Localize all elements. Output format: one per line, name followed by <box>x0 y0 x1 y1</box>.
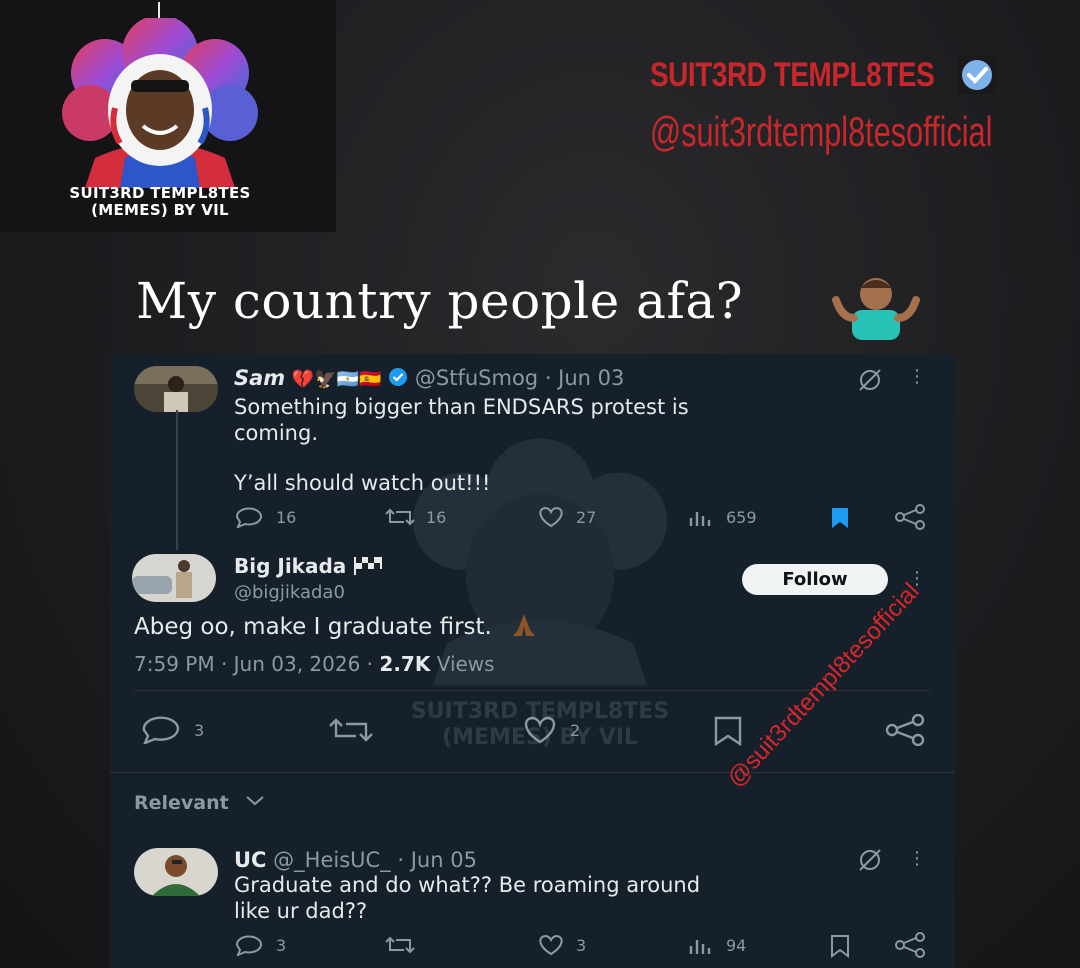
retweet-count: 16 <box>426 507 447 527</box>
share-icon[interactable] <box>894 504 926 530</box>
meme-headline: My country people afa? <box>136 272 744 330</box>
tweet-timestamp: 7:59 PM · Jun 03, 2026 · <box>134 652 374 676</box>
section-divider <box>110 772 955 773</box>
grok-icon[interactable] <box>856 368 884 392</box>
brand-logo: SUIT3RD TEMPL8TES (MEMES) BY VIL <box>0 0 336 232</box>
verified-badge-icon <box>958 56 996 94</box>
views-icon <box>689 940 711 954</box>
reply-icon <box>235 507 262 528</box>
views-count: 659 <box>726 507 757 527</box>
like-button[interactable]: 3 <box>536 934 586 956</box>
retweet-icon[interactable] <box>328 716 374 744</box>
views-count: 94 <box>726 935 747 955</box>
heart-icon <box>539 506 563 528</box>
grok-icon[interactable] <box>856 848 884 872</box>
retweet-button[interactable]: 16 <box>384 506 446 528</box>
avatar-photo-icon <box>132 554 216 602</box>
retweet-icon[interactable] <box>384 934 416 956</box>
views-label: Views <box>436 652 495 676</box>
avatar-big-jikada[interactable] <box>132 554 216 602</box>
reply-button[interactable]: 3 <box>140 716 204 744</box>
bookmark-icon[interactable] <box>828 506 852 530</box>
reply-icon <box>142 716 180 744</box>
share-icon[interactable] <box>884 714 926 746</box>
reply-button[interactable]: 16 <box>234 506 296 528</box>
retweet-icon <box>385 508 415 526</box>
bookmark-icon[interactable] <box>828 934 852 958</box>
more-options-icon[interactable]: ⋮ <box>908 850 926 868</box>
bookmark-icon[interactable] <box>712 716 744 746</box>
sort-label: Relevant <box>134 792 229 814</box>
checkered-flag-icon <box>354 557 383 575</box>
tweet-screenshot: SUIT3RD TEMPL8TES (MEMES) BY VIL Sam 💔🦅🇦… <box>110 354 955 968</box>
like-button[interactable]: 2 <box>520 716 580 744</box>
display-name-big-jikada[interactable]: Big Jikada <box>234 554 385 578</box>
more-options-icon[interactable]: ⋮ <box>908 368 926 386</box>
avatar-photo-icon <box>134 848 218 896</box>
views-count: 2.7K <box>379 652 431 676</box>
user-handle[interactable]: @StfuSmog <box>415 366 538 390</box>
user-handle[interactable]: @_HeisUC_ <box>273 848 391 872</box>
thread-line <box>176 410 178 550</box>
chevron-down-icon <box>246 796 265 806</box>
logo-caption: SUIT3RD TEMPL8TES (MEMES) BY VIL <box>69 184 251 219</box>
user-handle[interactable]: @bigjikada0 <box>234 582 345 603</box>
clown-logo-icon <box>62 18 258 188</box>
views-button[interactable]: 659 <box>688 506 757 528</box>
tweet-header-sam: Sam 💔🦅🇦🇷🇪🇸 @StfuSmog · Jun 03 <box>234 366 624 390</box>
heart-icon <box>524 716 556 744</box>
reply-icon <box>235 935 262 956</box>
reply-count: 3 <box>276 935 287 955</box>
tweet-date: · Jun 03 <box>544 366 625 390</box>
follow-button[interactable]: Follow <box>742 564 888 595</box>
man-shrugging-emoji-icon <box>832 278 920 340</box>
tweet-header-uc: UC @_HeisUC_ · Jun 05 <box>234 848 477 872</box>
like-count: 27 <box>576 507 597 527</box>
heart-icon <box>539 934 563 956</box>
avatar-photo-icon <box>134 366 218 412</box>
like-count: 3 <box>576 935 587 955</box>
like-button[interactable]: 27 <box>536 506 596 528</box>
views-button[interactable]: 94 <box>688 934 746 956</box>
brand-name: SUIT3RD TEMPL8TES <box>650 56 935 94</box>
avatar-uc[interactable] <box>134 848 218 896</box>
folded-hands-emoji-icon <box>513 614 536 636</box>
reply-button[interactable]: 3 <box>234 934 286 956</box>
tweet-meta: 7:59 PM · Jun 03, 2026 · 2.7K Views <box>134 652 495 676</box>
share-icon[interactable] <box>894 932 926 958</box>
reply-count: 16 <box>276 507 297 527</box>
tweet-text-big-jikada: Abeg oo, make I graduate first. <box>134 612 539 640</box>
verified-badge-icon <box>389 368 408 386</box>
name-emojis: 💔🦅🇦🇷🇪🇸 <box>291 369 382 390</box>
tweet-text-sam: Something bigger than ENDSARS protest is… <box>234 395 689 495</box>
tweet-date: · Jun 05 <box>397 848 477 872</box>
diagonal-watermark: @suit3rdtempl8tesofficial <box>722 577 925 793</box>
display-name[interactable]: Sam <box>234 366 285 390</box>
sort-dropdown[interactable]: Relevant <box>134 792 269 814</box>
reply-count: 3 <box>194 720 205 740</box>
display-name[interactable]: UC <box>234 848 266 872</box>
brand-handle: @suit3rdtempl8tesofficial <box>650 108 993 155</box>
tweet-text-uc: Graduate and do what?? Be roaming around… <box>234 873 701 923</box>
views-icon <box>689 512 711 526</box>
avatar-sam[interactable] <box>134 366 218 412</box>
like-count: 2 <box>570 720 581 740</box>
